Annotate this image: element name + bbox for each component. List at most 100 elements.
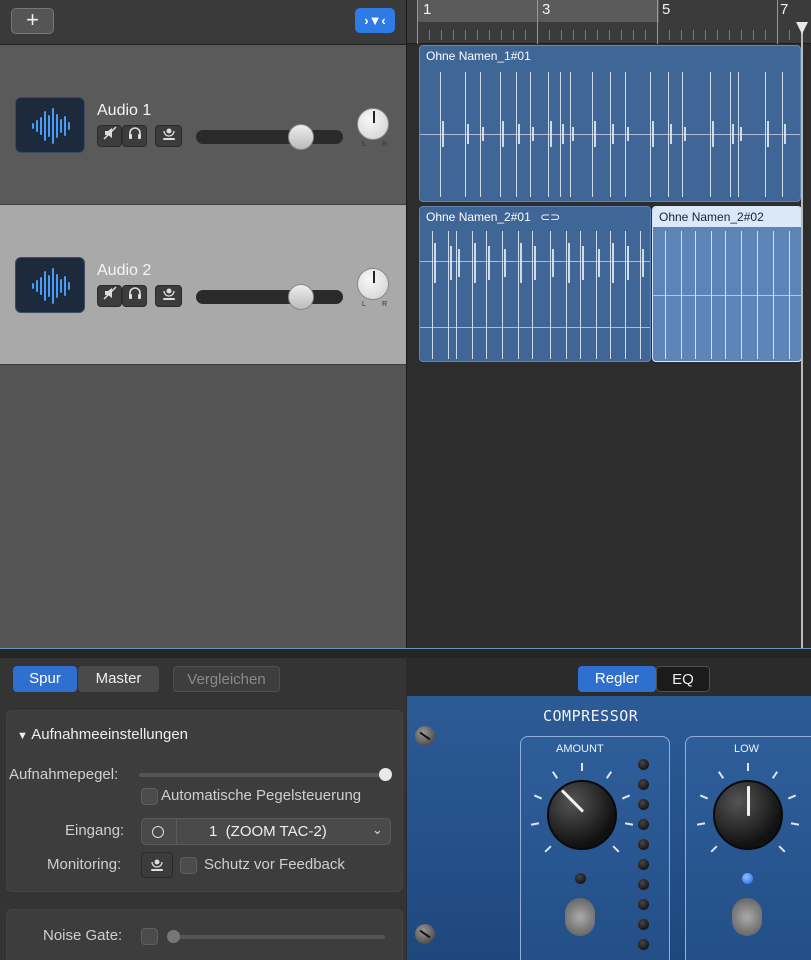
tab-controls[interactable]: Regler — [578, 666, 656, 692]
ruler-tick — [525, 30, 526, 40]
tab-eq[interactable]: EQ — [656, 666, 710, 692]
ruler-tick — [561, 30, 562, 40]
waveform-peak — [502, 121, 504, 147]
ruler[interactable]: 1 3 5 7 — [407, 0, 811, 44]
mute-icon[interactable] — [97, 125, 122, 147]
meter-led — [638, 839, 649, 850]
noise-gate-thumb[interactable] — [167, 930, 180, 943]
toggle-switch[interactable] — [732, 898, 762, 936]
playhead[interactable] — [801, 22, 803, 648]
pan-knob[interactable] — [357, 268, 389, 300]
pan-knob[interactable] — [357, 108, 389, 140]
ruler-tick — [453, 30, 454, 40]
audio-region-selected[interactable]: Ohne Namen_2#02 — [652, 206, 802, 362]
waveform-line — [480, 72, 481, 197]
ruler-tick — [657, 0, 658, 44]
monitoring-label: Monitoring: — [47, 856, 122, 873]
meter-led — [638, 939, 649, 950]
track-name[interactable]: Audio 1 — [97, 102, 151, 120]
toggle-switch[interactable] — [565, 898, 595, 936]
compressor-title: COMPRESSOR — [543, 707, 639, 725]
cycle-area[interactable] — [417, 0, 659, 22]
waveform-peak — [612, 124, 614, 144]
add-track-button[interactable]: + — [11, 8, 54, 34]
loop-icon: ⊂⊃ — [540, 210, 561, 224]
waveform-line — [730, 72, 731, 197]
waveform-line — [518, 231, 519, 359]
noise-gate-slider[interactable] — [171, 935, 385, 939]
waveform-line — [738, 72, 739, 197]
audio-region[interactable]: Ohne Namen_2#01 ⊂⊃ — [419, 206, 651, 362]
waveform-peak — [594, 121, 596, 147]
compare-button[interactable]: Vergleichen — [173, 666, 280, 692]
disclosure-triangle-icon[interactable]: ▼ — [17, 730, 28, 742]
knob-tick — [790, 822, 800, 827]
volume-slider[interactable] — [196, 130, 343, 144]
track-name[interactable]: Audio 2 — [97, 262, 151, 280]
ruler-tick — [501, 30, 502, 40]
waveform-line — [765, 72, 766, 197]
pan-right-label: R — [382, 301, 388, 308]
waveform-line — [789, 231, 790, 359]
pan-left-label: L — [362, 301, 366, 308]
audio-region[interactable]: Ohne Namen_1#01 — [419, 45, 801, 202]
knob-tick — [605, 771, 612, 779]
waveform-peak — [652, 121, 654, 147]
low-module: LOW — [685, 736, 811, 960]
volume-slider-thumb[interactable] — [288, 284, 314, 310]
waveform-peak — [482, 127, 484, 141]
catch-playhead-button[interactable]: ›▼‹ — [355, 8, 395, 33]
ruler-tick — [621, 30, 622, 40]
feedback-protection-checkbox[interactable] — [180, 857, 197, 874]
waveform-peak — [684, 127, 686, 141]
ruler-tick — [705, 30, 706, 40]
input-select[interactable]: 1 (ZOOM TAC-2) ⌄ — [141, 818, 391, 845]
mute-icon[interactable] — [97, 285, 122, 307]
waveform-line — [448, 231, 449, 359]
ruler-tick — [489, 30, 490, 40]
noise-gate-section: Noise Gate: — [6, 909, 403, 960]
track-header-audio-2[interactable]: Audio 2 L R — [0, 205, 406, 365]
knob-tick — [718, 771, 725, 779]
track-header-audio-1[interactable]: Audio 1 L R — [0, 45, 406, 205]
noise-gate-checkbox[interactable] — [141, 928, 158, 945]
auto-level-checkbox[interactable] — [141, 788, 158, 805]
pane-divider[interactable] — [0, 648, 811, 658]
waveform-baseline — [420, 327, 650, 328]
ruler-tick — [549, 30, 550, 40]
tab-spur[interactable]: Spur — [13, 666, 77, 692]
ruler-tick — [513, 30, 514, 40]
waveform-peak — [504, 249, 506, 277]
headphones-icon[interactable] — [122, 285, 147, 307]
headphones-icon[interactable] — [122, 125, 147, 147]
playhead-handle[interactable] — [796, 22, 808, 34]
waveform-peak — [458, 249, 460, 277]
input-monitoring-icon[interactable] — [155, 125, 182, 147]
region-title: Ohne Namen_2#01 ⊂⊃ — [426, 210, 560, 224]
amount-knob[interactable] — [547, 780, 617, 850]
recording-level-slider[interactable] — [139, 773, 391, 777]
volume-slider[interactable] — [196, 290, 343, 304]
chevron-down-icon: ⌄ — [372, 822, 383, 837]
knob-tick — [696, 822, 706, 827]
ruler-tick — [765, 30, 766, 40]
section-header[interactable]: ▼ Aufnahmeeinstellungen — [17, 726, 188, 743]
low-knob[interactable] — [713, 780, 783, 850]
tracks-area[interactable]: 1 3 5 7 Ohne Namen_1#01 Ohne Namen_2#01 … — [406, 0, 811, 648]
waveform-line — [500, 72, 501, 197]
region-title: Ohne Namen_1#01 — [426, 49, 531, 63]
tab-master[interactable]: Master — [78, 666, 159, 692]
knob-tick — [533, 794, 542, 800]
input-channel-icon — [152, 826, 164, 838]
volume-slider-thumb[interactable] — [288, 124, 314, 150]
input-monitoring-icon[interactable] — [155, 285, 182, 307]
pan-knob-indicator — [373, 111, 375, 123]
waveform-peak — [474, 243, 476, 283]
tracks-header-bar: + ›▼‹ — [0, 0, 406, 45]
knob-tick — [552, 771, 559, 779]
knob-tick — [771, 771, 778, 779]
recording-level-thumb[interactable] — [379, 768, 392, 781]
monitoring-button[interactable] — [141, 852, 173, 878]
knob-tick — [622, 794, 631, 800]
active-led — [742, 873, 753, 884]
